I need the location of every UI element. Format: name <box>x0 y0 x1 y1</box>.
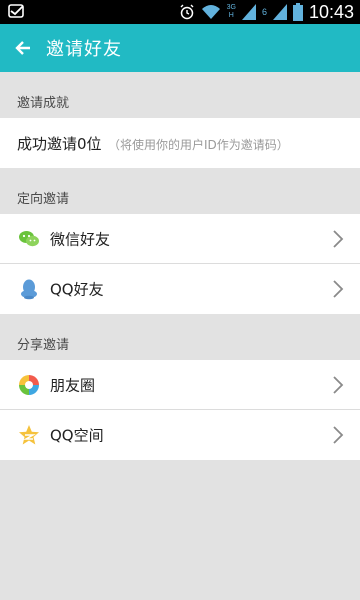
chevron-right-icon <box>333 426 344 444</box>
list-item-wechat[interactable]: 微信好友 <box>0 214 360 264</box>
achievement-row: 成功邀请0位 （将使用你的用户ID作为邀请码） <box>0 118 360 168</box>
section-header-directed: 定向邀请 <box>0 178 360 214</box>
net-h-label: H <box>228 12 234 19</box>
list-item-label: QQ空间 <box>50 426 104 445</box>
list-item-label: 朋友圈 <box>50 376 96 395</box>
notification-icon <box>8 4 24 18</box>
section-header-share: 分享邀请 <box>0 324 360 360</box>
net-3g-label: 3G <box>226 4 236 11</box>
section-title: 分享邀请 <box>17 338 70 353</box>
network-type: 3G H <box>227 4 236 20</box>
signal-icon <box>272 4 287 20</box>
list-item-label: 微信好友 <box>50 230 111 249</box>
chevron-right-icon <box>333 280 344 298</box>
section-title: 邀请成就 <box>17 96 70 111</box>
wifi-icon <box>201 5 220 19</box>
section-title: 定向邀请 <box>17 192 70 207</box>
qzone-icon <box>19 425 39 445</box>
net-6-label: 6 <box>261 7 267 17</box>
invite-code-hint: （将使用你的用户ID作为邀请码） <box>108 138 289 152</box>
status-bar: 3G H 6 10:43 <box>0 0 360 24</box>
invite-count-text: 成功邀请0位 <box>17 135 102 153</box>
signal-icon <box>241 4 256 20</box>
battery-icon <box>292 3 303 21</box>
list-item-moments[interactable]: 朋友圈 <box>0 360 360 410</box>
back-button[interactable] <box>0 24 46 72</box>
list-item-label: QQ好友 <box>50 280 104 299</box>
wechat-icon <box>19 231 39 247</box>
qq-icon <box>21 279 37 300</box>
page-title: 邀请好友 <box>46 39 122 60</box>
list-item-qzone[interactable]: QQ空间 <box>0 410 360 460</box>
list-item-qq[interactable]: QQ好友 <box>0 264 360 314</box>
back-arrow-icon <box>15 41 30 55</box>
chevron-right-icon <box>333 230 344 248</box>
moments-icon <box>19 375 39 395</box>
clock: 10:43 <box>308 1 354 22</box>
chevron-right-icon <box>333 376 344 394</box>
app-bar: 邀请好友 <box>0 24 360 72</box>
section-header-achievement: 邀请成就 <box>0 82 360 118</box>
alarm-icon <box>180 4 194 20</box>
